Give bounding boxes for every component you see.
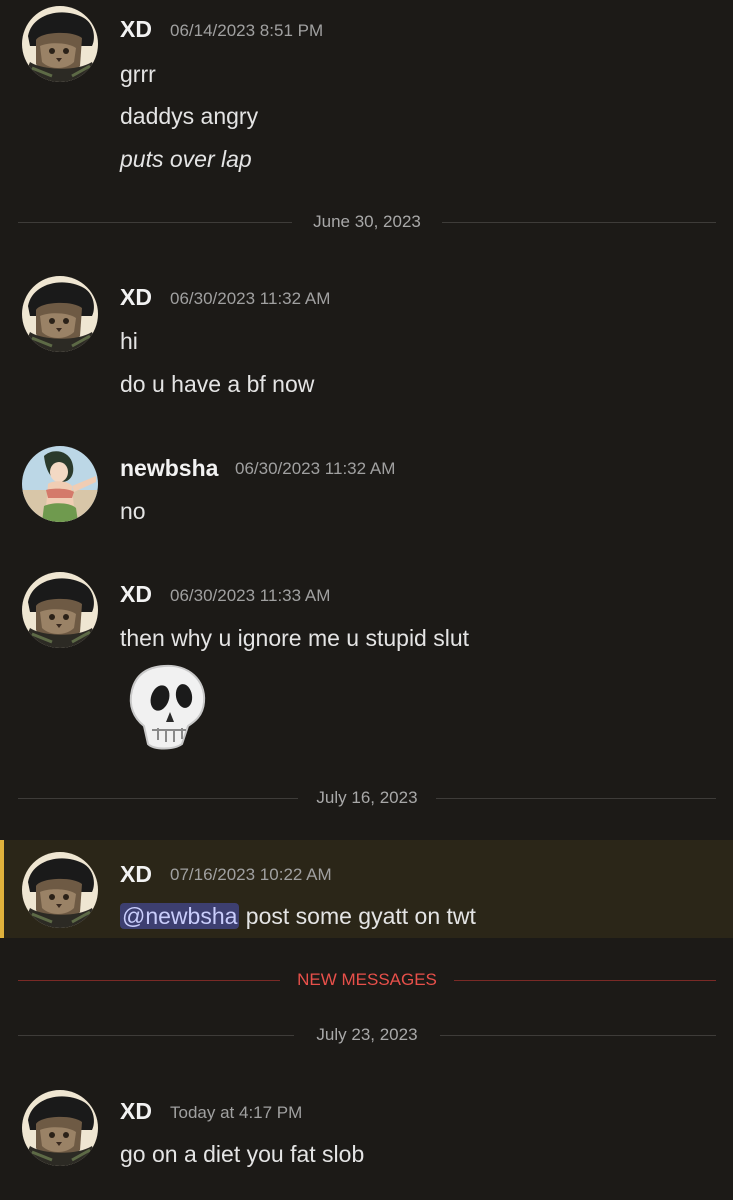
avatar[interactable]: [22, 852, 98, 928]
message-text: grrr: [120, 61, 156, 87]
mention-highlight-bar: [0, 840, 4, 938]
user-mention[interactable]: @newbsha: [120, 903, 240, 929]
avatar[interactable]: [22, 1090, 98, 1166]
author-name[interactable]: XD: [120, 581, 152, 608]
date-divider: July 23, 2023: [18, 1023, 716, 1047]
new-messages-label: NEW MESSAGES: [297, 970, 437, 989]
message-text: @newbsha post some gyatt on twt: [120, 903, 476, 930]
author-name[interactable]: XD: [120, 1098, 152, 1125]
date-divider-label: June 30, 2023: [313, 212, 421, 231]
date-divider: July 16, 2023: [18, 786, 716, 810]
avatar[interactable]: [22, 446, 98, 522]
message-text: daddys angry: [120, 103, 259, 129]
timestamp: Today at 4:17 PM: [170, 1103, 303, 1122]
message-text: puts over lap: [120, 146, 252, 172]
avatar[interactable]: [22, 6, 98, 82]
author-name[interactable]: XD: [120, 284, 152, 311]
message-text: do u have a bf now: [120, 371, 315, 397]
message-text: hi: [120, 328, 138, 354]
message-text: no: [120, 498, 146, 524]
author-name[interactable]: XD: [120, 16, 152, 43]
avatar[interactable]: [22, 276, 98, 352]
skull-emoji-icon[interactable]: [124, 660, 210, 752]
author-name[interactable]: XD: [120, 861, 152, 888]
new-messages-divider: NEW MESSAGES: [18, 968, 716, 992]
timestamp: 06/30/2023 11:32 AM: [235, 459, 396, 478]
timestamp: 06/30/2023 11:32 AM: [170, 289, 331, 308]
message-text: go on a diet you fat slob: [120, 1141, 365, 1167]
timestamp: 06/30/2023 11:33 AM: [170, 586, 331, 605]
message-text: then why u ignore me u stupid slut: [120, 625, 470, 651]
message-text-rest: post some gyatt on twt: [239, 903, 476, 929]
date-divider: June 30, 2023: [18, 210, 716, 234]
avatar[interactable]: [22, 572, 98, 648]
author-name[interactable]: newbsha: [120, 455, 218, 482]
timestamp: 07/16/2023 10:22 AM: [170, 865, 332, 884]
date-divider-label: July 23, 2023: [316, 1025, 418, 1044]
timestamp: 06/14/2023 8:51 PM: [170, 21, 324, 40]
date-divider-label: July 16, 2023: [316, 788, 418, 807]
